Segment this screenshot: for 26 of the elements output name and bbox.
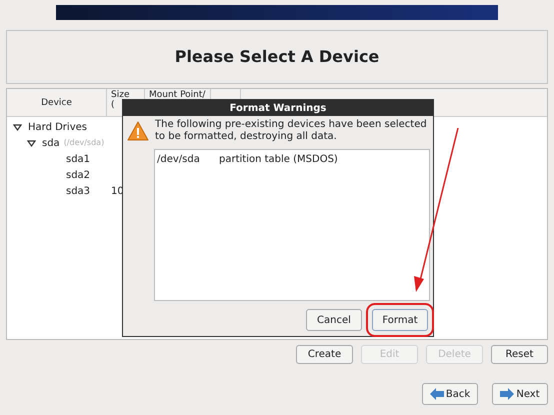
page-title: Please Select A Device <box>174 46 380 68</box>
header-text: Mount Point/ <box>149 90 206 100</box>
device-name[interactable]: Hard Drives <box>28 120 87 134</box>
right-arrow-icon <box>500 388 514 400</box>
list-description: partition table (MSDOS) <box>219 153 338 167</box>
list-device: /dev/sda <box>157 153 201 167</box>
header-text: Size <box>111 90 130 100</box>
nav-button[interactable]: Next <box>492 383 548 405</box>
dialog-title-bar: Format Warnings <box>123 100 433 116</box>
device-name[interactable]: sda3 <box>66 184 90 198</box>
device-path: (/dev/sda) <box>64 137 104 149</box>
expander-icon[interactable] <box>27 138 36 148</box>
action-button[interactable]: Reset <box>491 345 548 364</box>
header-text: Device <box>41 98 72 108</box>
left-arrow-icon <box>430 388 444 400</box>
warning-icon <box>127 121 149 141</box>
device-name[interactable]: sda <box>42 136 60 150</box>
action-button[interactable]: Create <box>296 345 353 364</box>
nav-button[interactable]: Back <box>422 383 478 405</box>
warning-message: The following pre-existing devices have been selected to be formatted, destroying all data. <box>155 119 428 143</box>
device-name[interactable]: sda2 <box>66 168 90 182</box>
column-header[interactable]: Device <box>7 89 107 116</box>
device-name[interactable]: sda1 <box>66 152 90 166</box>
dialog-button[interactable]: Cancel <box>306 309 362 331</box>
expander-icon[interactable] <box>13 122 22 132</box>
header-text: ( <box>111 100 115 110</box>
